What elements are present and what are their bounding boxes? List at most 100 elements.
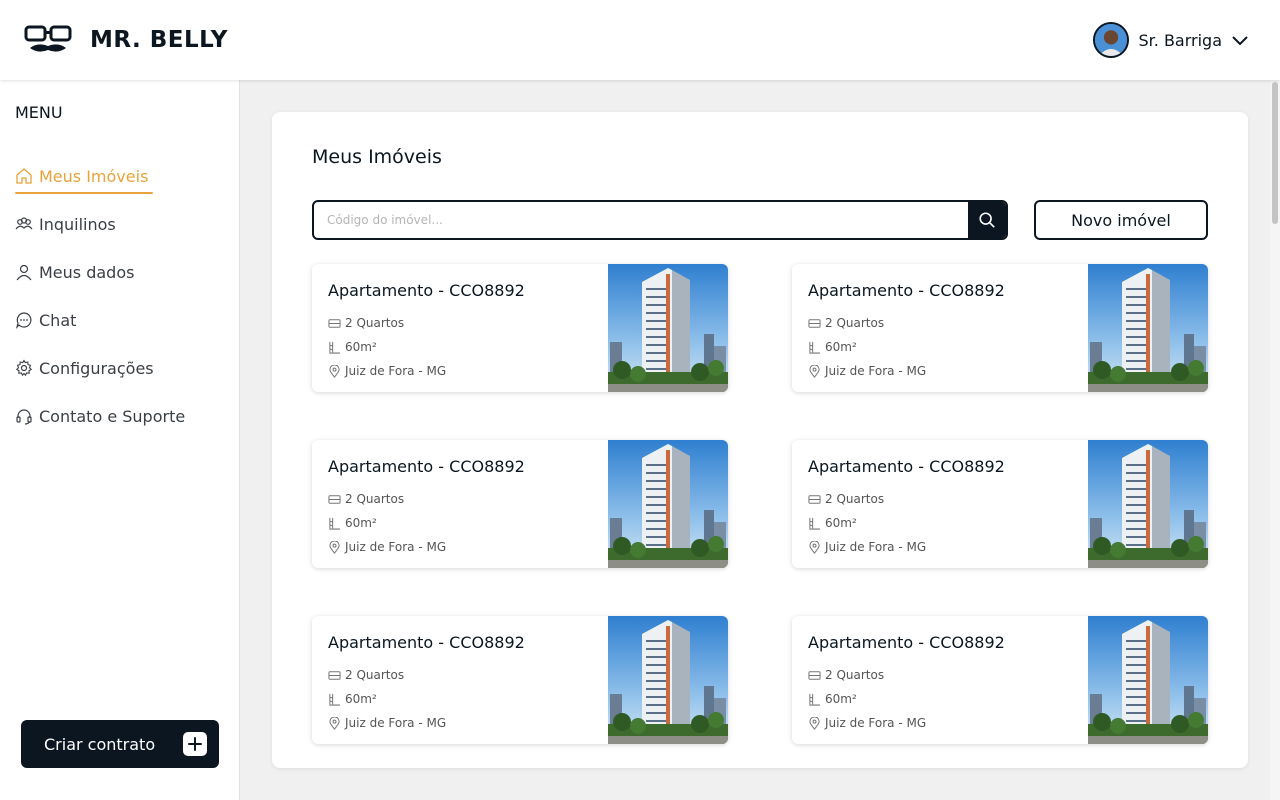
chevron-down-icon	[1232, 36, 1248, 46]
area-text: 60m²	[825, 516, 857, 530]
sidebar-item-contato-suporte[interactable]: Contato e Suporte	[15, 404, 185, 428]
property-photo	[1088, 264, 1208, 392]
headset-icon	[16, 409, 32, 425]
property-rooms: 2 Quartos	[808, 492, 884, 506]
floorplan-icon	[329, 341, 341, 354]
property-photo	[608, 616, 728, 744]
sidebar-item-meus-imoveis[interactable]: Meus Imóveis	[15, 164, 185, 194]
main-panel: Meus Imóveis Novo imóvel Apartamento - C…	[272, 112, 1248, 768]
page-title: Meus Imóveis	[312, 146, 442, 168]
property-area: 60m²	[808, 516, 857, 530]
create-contract-label: Criar contrato	[44, 734, 156, 754]
location-pin-icon	[329, 540, 340, 554]
property-area: 60m²	[328, 692, 377, 706]
bed-icon	[808, 670, 821, 680]
sidebar-item-label: Contato e Suporte	[39, 406, 186, 426]
rooms-text: 2 Quartos	[345, 316, 405, 330]
property-rooms: 2 Quartos	[328, 316, 404, 330]
property-rooms: 2 Quartos	[808, 316, 884, 330]
area-text: 60m²	[825, 692, 857, 706]
area-text: 60m²	[345, 340, 377, 354]
sidebar-item-chat[interactable]: Chat	[15, 308, 185, 332]
sidebar-nav: Meus Imóveis Inquilinos Meus dados Chat …	[15, 164, 185, 452]
search-input[interactable]	[314, 202, 968, 238]
location-pin-icon	[329, 716, 340, 730]
location-text: Juiz de Fora - MG	[825, 540, 927, 554]
scrollbar-thumb[interactable]	[1272, 82, 1278, 224]
area-text: 60m²	[825, 340, 857, 354]
property-card[interactable]: Apartamento - CCO8892 2 Quartos 60m² Jui…	[792, 616, 1208, 744]
rooms-text: 2 Quartos	[345, 492, 405, 506]
property-location: Juiz de Fora - MG	[808, 364, 926, 378]
glasses-mustache-logo-icon	[24, 25, 72, 52]
location-text: Juiz de Fora - MG	[825, 716, 927, 730]
sidebar-item-meus-dados[interactable]: Meus dados	[15, 260, 185, 284]
property-photo	[1088, 616, 1208, 744]
user-photo-icon	[1094, 24, 1127, 56]
property-card[interactable]: Apartamento - CCO8892 2 Quartos 60m² Jui…	[312, 616, 728, 744]
property-title: Apartamento - CCO8892	[328, 281, 525, 300]
property-title: Apartamento - CCO8892	[328, 457, 525, 476]
property-card[interactable]: Apartamento - CCO8892 2 Quartos 60m² Jui…	[312, 440, 728, 568]
rooms-text: 2 Quartos	[825, 492, 885, 506]
sidebar-item-label: Meus Imóveis	[39, 166, 149, 186]
user-name: Sr. Barriga	[1138, 30, 1223, 50]
bed-icon	[328, 670, 341, 680]
new-property-button[interactable]: Novo imóvel	[1034, 200, 1208, 240]
location-pin-icon	[809, 540, 820, 554]
property-title: Apartamento - CCO8892	[808, 281, 1005, 300]
bed-icon	[328, 318, 341, 328]
property-photo	[608, 264, 728, 392]
property-rooms: 2 Quartos	[328, 668, 404, 682]
gear-icon	[15, 359, 33, 377]
user-icon	[16, 264, 32, 281]
property-location: Juiz de Fora - MG	[328, 540, 446, 554]
property-photo	[608, 440, 728, 568]
search-icon	[979, 212, 995, 228]
location-text: Juiz de Fora - MG	[345, 540, 447, 554]
search-bar	[312, 200, 1008, 240]
chat-icon	[15, 312, 32, 329]
property-card[interactable]: Apartamento - CCO8892 2 Quartos 60m² Jui…	[792, 440, 1208, 568]
users-icon	[15, 217, 33, 230]
home-icon	[16, 168, 32, 184]
property-location: Juiz de Fora - MG	[808, 540, 926, 554]
sidebar-item-inquilinos[interactable]: Inquilinos	[15, 212, 185, 236]
property-title: Apartamento - CCO8892	[328, 633, 525, 652]
property-photo	[1088, 440, 1208, 568]
floorplan-icon	[329, 693, 341, 706]
create-contract-button[interactable]: Criar contrato	[21, 720, 219, 768]
location-text: Juiz de Fora - MG	[825, 364, 927, 378]
property-title: Apartamento - CCO8892	[808, 457, 1005, 476]
location-pin-icon	[329, 364, 340, 378]
property-location: Juiz de Fora - MG	[808, 716, 926, 730]
avatar	[1092, 22, 1129, 58]
property-area: 60m²	[808, 340, 857, 354]
floorplan-icon	[809, 693, 821, 706]
user-menu[interactable]: Sr. Barriga	[1092, 22, 1251, 58]
location-pin-icon	[809, 716, 820, 730]
sidebar-item-label: Chat	[39, 310, 77, 330]
plus-icon	[183, 732, 207, 756]
property-card[interactable]: Apartamento - CCO8892 2 Quartos 60m² Jui…	[312, 264, 728, 392]
location-text: Juiz de Fora - MG	[345, 716, 447, 730]
location-pin-icon	[809, 364, 820, 378]
property-location: Juiz de Fora - MG	[328, 716, 446, 730]
page-scrollbar[interactable]	[1270, 80, 1280, 800]
property-card[interactable]: Apartamento - CCO8892 2 Quartos 60m² Jui…	[792, 264, 1208, 392]
brand-name: MR. BELLY	[90, 27, 228, 53]
area-text: 60m²	[345, 692, 377, 706]
sidebar-item-label: Meus dados	[39, 262, 135, 282]
property-rooms: 2 Quartos	[808, 668, 884, 682]
rooms-text: 2 Quartos	[825, 668, 885, 682]
sidebar: MENU Meus Imóveis Inquilinos Meus dados …	[0, 80, 240, 800]
property-location: Juiz de Fora - MG	[328, 364, 446, 378]
app-logo[interactable]: MR. BELLY	[24, 24, 228, 56]
sidebar-item-configuracoes[interactable]: Configurações	[15, 356, 185, 380]
rooms-text: 2 Quartos	[345, 668, 405, 682]
bed-icon	[808, 494, 821, 504]
location-text: Juiz de Fora - MG	[345, 364, 447, 378]
sidebar-item-label: Configurações	[39, 358, 154, 378]
floorplan-icon	[329, 517, 341, 530]
search-button[interactable]	[968, 202, 1006, 238]
